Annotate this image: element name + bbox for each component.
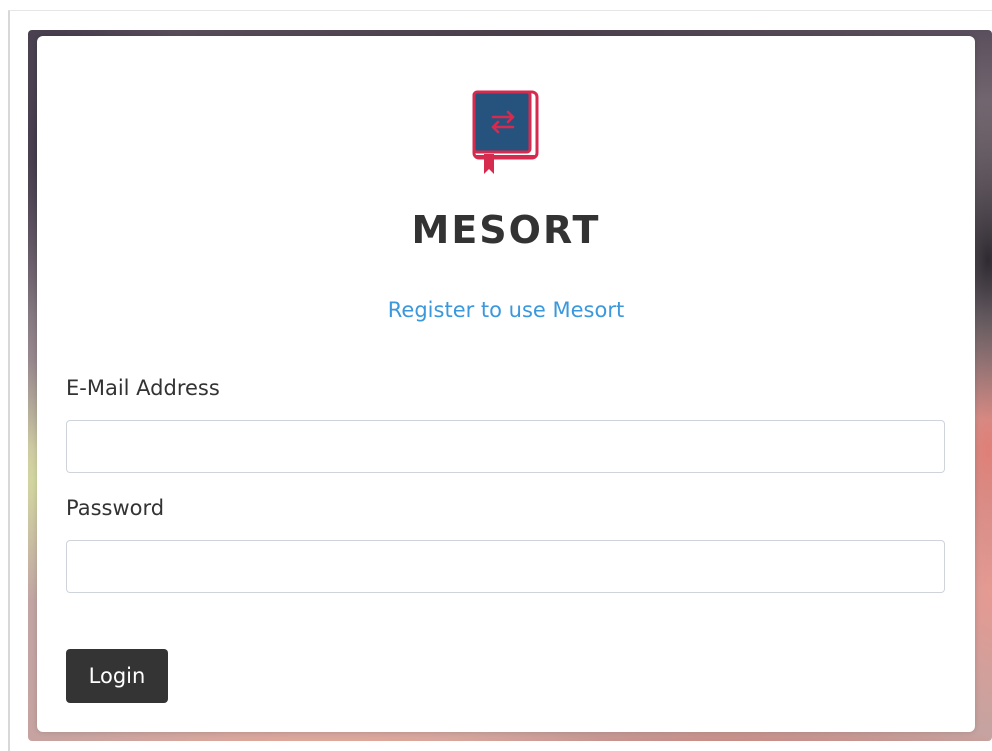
email-field[interactable] — [66, 420, 945, 473]
register-link[interactable]: Register to use Mesort — [37, 298, 975, 322]
email-label: E-Mail Address — [66, 376, 220, 400]
brand-title: MESORT — [411, 208, 601, 252]
login-button[interactable]: Login — [66, 649, 168, 703]
book-swap-icon — [471, 90, 541, 176]
password-label: Password — [66, 496, 165, 520]
password-field[interactable] — [66, 540, 945, 593]
login-card: MESORT Register to use Mesort E-Mail Add… — [37, 36, 975, 732]
